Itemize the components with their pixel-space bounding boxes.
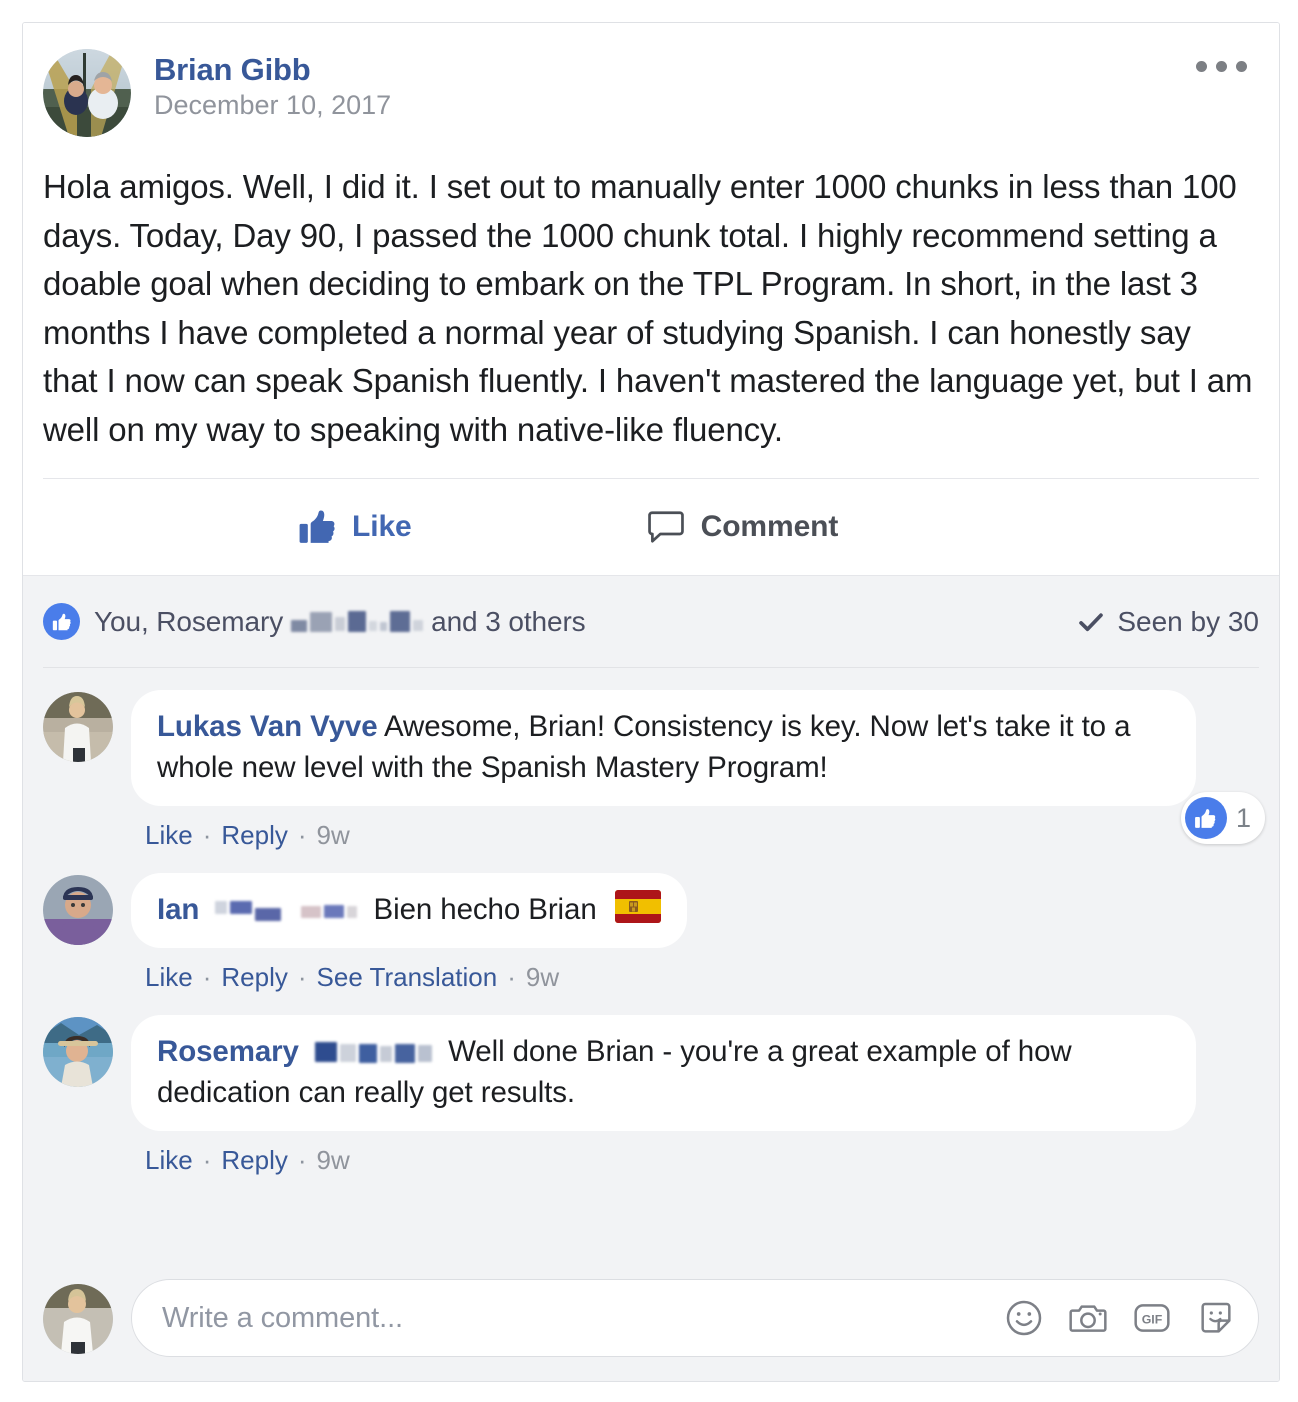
comment-reply-link[interactable]: Reply	[221, 1145, 287, 1176]
like-count: 1	[1235, 802, 1251, 833]
separator-dot: ·	[202, 1145, 212, 1175]
commenter-name[interactable]: Rosemary	[157, 1035, 299, 1068]
comment-content: Lukas Van Vyve Awesome, Brian! Consisten…	[131, 690, 1265, 851]
post-date[interactable]: December 10, 2017	[154, 90, 391, 121]
comment-bubble: Ian Bien hecho Brian	[131, 873, 687, 948]
comment-timestamp: 9w	[316, 820, 350, 850]
post-action-bar: Like Comment	[43, 479, 1259, 575]
comment-row: Ian Bien hecho Brian Like · Reply · See …	[43, 851, 1259, 993]
author-name[interactable]: Brian Gibb	[154, 52, 391, 87]
post-body-text: Hola amigos. Well, I did it. I set out t…	[43, 168, 1253, 448]
reaction-names-prefix: You, Rosemary	[94, 605, 284, 637]
blurred-name-redaction	[291, 611, 424, 632]
comment-row: Rosemary Well done Brian - you're a grea…	[43, 993, 1259, 1176]
separator-dot: ·	[507, 962, 516, 992]
comment-text: Bien hecho Brian	[373, 893, 597, 926]
thumbs-up-icon	[298, 508, 336, 546]
commenter-avatar[interactable]	[43, 1017, 113, 1087]
comment-bubble: Lukas Van Vyve Awesome, Brian! Consisten…	[131, 690, 1196, 806]
commenter-avatar[interactable]	[43, 875, 113, 945]
comment-content: Rosemary Well done Brian - you're a grea…	[131, 1015, 1259, 1176]
reaction-names-suffix: and 3 others	[431, 605, 586, 637]
comment-like-link[interactable]: Like	[145, 962, 193, 993]
comment-button-label: Comment	[700, 510, 839, 543]
author-avatar[interactable]	[43, 49, 131, 137]
comment-reply-link[interactable]: Reply	[221, 820, 287, 851]
speech-bubble-icon	[647, 508, 685, 546]
seen-by-label: Seen by 30	[1117, 605, 1259, 637]
comment-input[interactable]	[162, 1301, 988, 1335]
post-header: Brian Gibb December 10, 2017	[43, 43, 1259, 137]
current-user-avatar[interactable]	[43, 1284, 113, 1354]
facebook-post-screenshot: Brian Gibb December 10, 2017 Hola amigos…	[0, 0, 1298, 1402]
reaction-thumbs-up-icon	[43, 603, 80, 640]
comment-row: Lukas Van Vyve Awesome, Brian! Consisten…	[43, 668, 1265, 851]
separator-dot: ·	[202, 820, 212, 850]
emoji-icon[interactable]	[1004, 1298, 1044, 1338]
comment-button[interactable]: Comment	[647, 508, 839, 546]
reaction-names: You, Rosemary and 3 others	[94, 606, 586, 638]
separator-dot: ·	[297, 1145, 307, 1175]
separator-dot: ·	[202, 962, 212, 992]
comment-action-row: Like · Reply · 9w	[145, 1145, 1259, 1176]
like-button[interactable]: Like	[298, 508, 412, 546]
commenter-name[interactable]: Ian	[157, 893, 199, 926]
spain-flag-icon	[614, 890, 661, 923]
see-translation-link[interactable]: See Translation	[317, 962, 498, 993]
separator-dot: ·	[297, 820, 307, 850]
commenter-avatar[interactable]	[43, 692, 113, 762]
comment-like-count-badge[interactable]: 1	[1180, 792, 1265, 844]
comment-bubble: Rosemary Well done Brian - you're a grea…	[131, 1015, 1196, 1131]
commenter-name[interactable]: Lukas Van Vyve	[157, 710, 378, 743]
camera-icon[interactable]	[1068, 1298, 1108, 1338]
comment-composer: GIF	[43, 1249, 1259, 1381]
reactions-list[interactable]: You, Rosemary and 3 others	[43, 603, 586, 640]
blurred-name-redaction	[314, 1042, 432, 1063]
comment-action-row: Like · Reply · See Translation · 9w	[145, 962, 1259, 993]
blurred-name-redaction	[215, 900, 358, 921]
seen-by-indicator[interactable]: Seen by 30	[1077, 606, 1259, 638]
reaction-summary-bar: You, Rosemary and 3 others Seen by 30	[43, 576, 1259, 668]
composer-icon-group: GIF	[988, 1298, 1236, 1338]
more-options-icon[interactable]	[1190, 55, 1253, 78]
check-icon	[1077, 608, 1105, 636]
separator-dot: ·	[297, 962, 307, 992]
comments-section: You, Rosemary and 3 others Seen by 30 Lu…	[23, 575, 1279, 1381]
comment-input-container[interactable]: GIF	[131, 1279, 1259, 1357]
like-button-label: Like	[352, 510, 412, 543]
thumbs-up-icon	[1184, 797, 1227, 839]
comment-like-link[interactable]: Like	[145, 1145, 193, 1176]
comment-timestamp: 9w	[316, 1145, 350, 1175]
post-content-region: Brian Gibb December 10, 2017 Hola amigos…	[23, 23, 1279, 575]
svg-text:GIF: GIF	[1142, 1313, 1163, 1327]
comment-content: Ian Bien hecho Brian Like · Reply · See …	[131, 873, 1259, 993]
comment-timestamp: 9w	[525, 962, 560, 992]
gif-icon[interactable]: GIF	[1132, 1298, 1172, 1338]
sticker-icon[interactable]	[1196, 1298, 1236, 1338]
post-meta: Brian Gibb December 10, 2017	[154, 49, 391, 121]
comment-action-row: Like · Reply · 9w	[145, 820, 1259, 851]
comment-reply-link[interactable]: Reply	[221, 962, 287, 993]
comment-like-link[interactable]: Like	[145, 820, 193, 851]
post-card: Brian Gibb December 10, 2017 Hola amigos…	[22, 22, 1280, 1382]
